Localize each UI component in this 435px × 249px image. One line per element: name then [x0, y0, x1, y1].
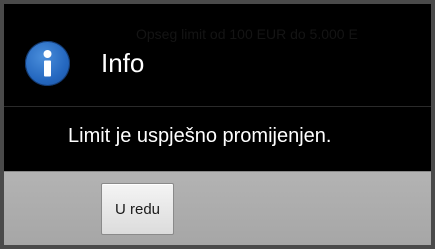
info-dialog: Opseg limit od 100 EUR do 5.000 E Info L… [4, 4, 431, 245]
ok-button[interactable]: U redu [101, 183, 174, 235]
dialog-message: Limit je uspješno promijenjen. [68, 125, 332, 147]
dialog-button-bar: U redu [4, 171, 431, 245]
screen-frame: Opseg limit od 100 EUR do 5.000 E Info L… [0, 0, 435, 249]
dialog-title-bar: Info [4, 4, 431, 104]
dialog-title: Info [101, 48, 145, 78]
info-icon [25, 41, 70, 86]
title-divider [4, 106, 431, 107]
